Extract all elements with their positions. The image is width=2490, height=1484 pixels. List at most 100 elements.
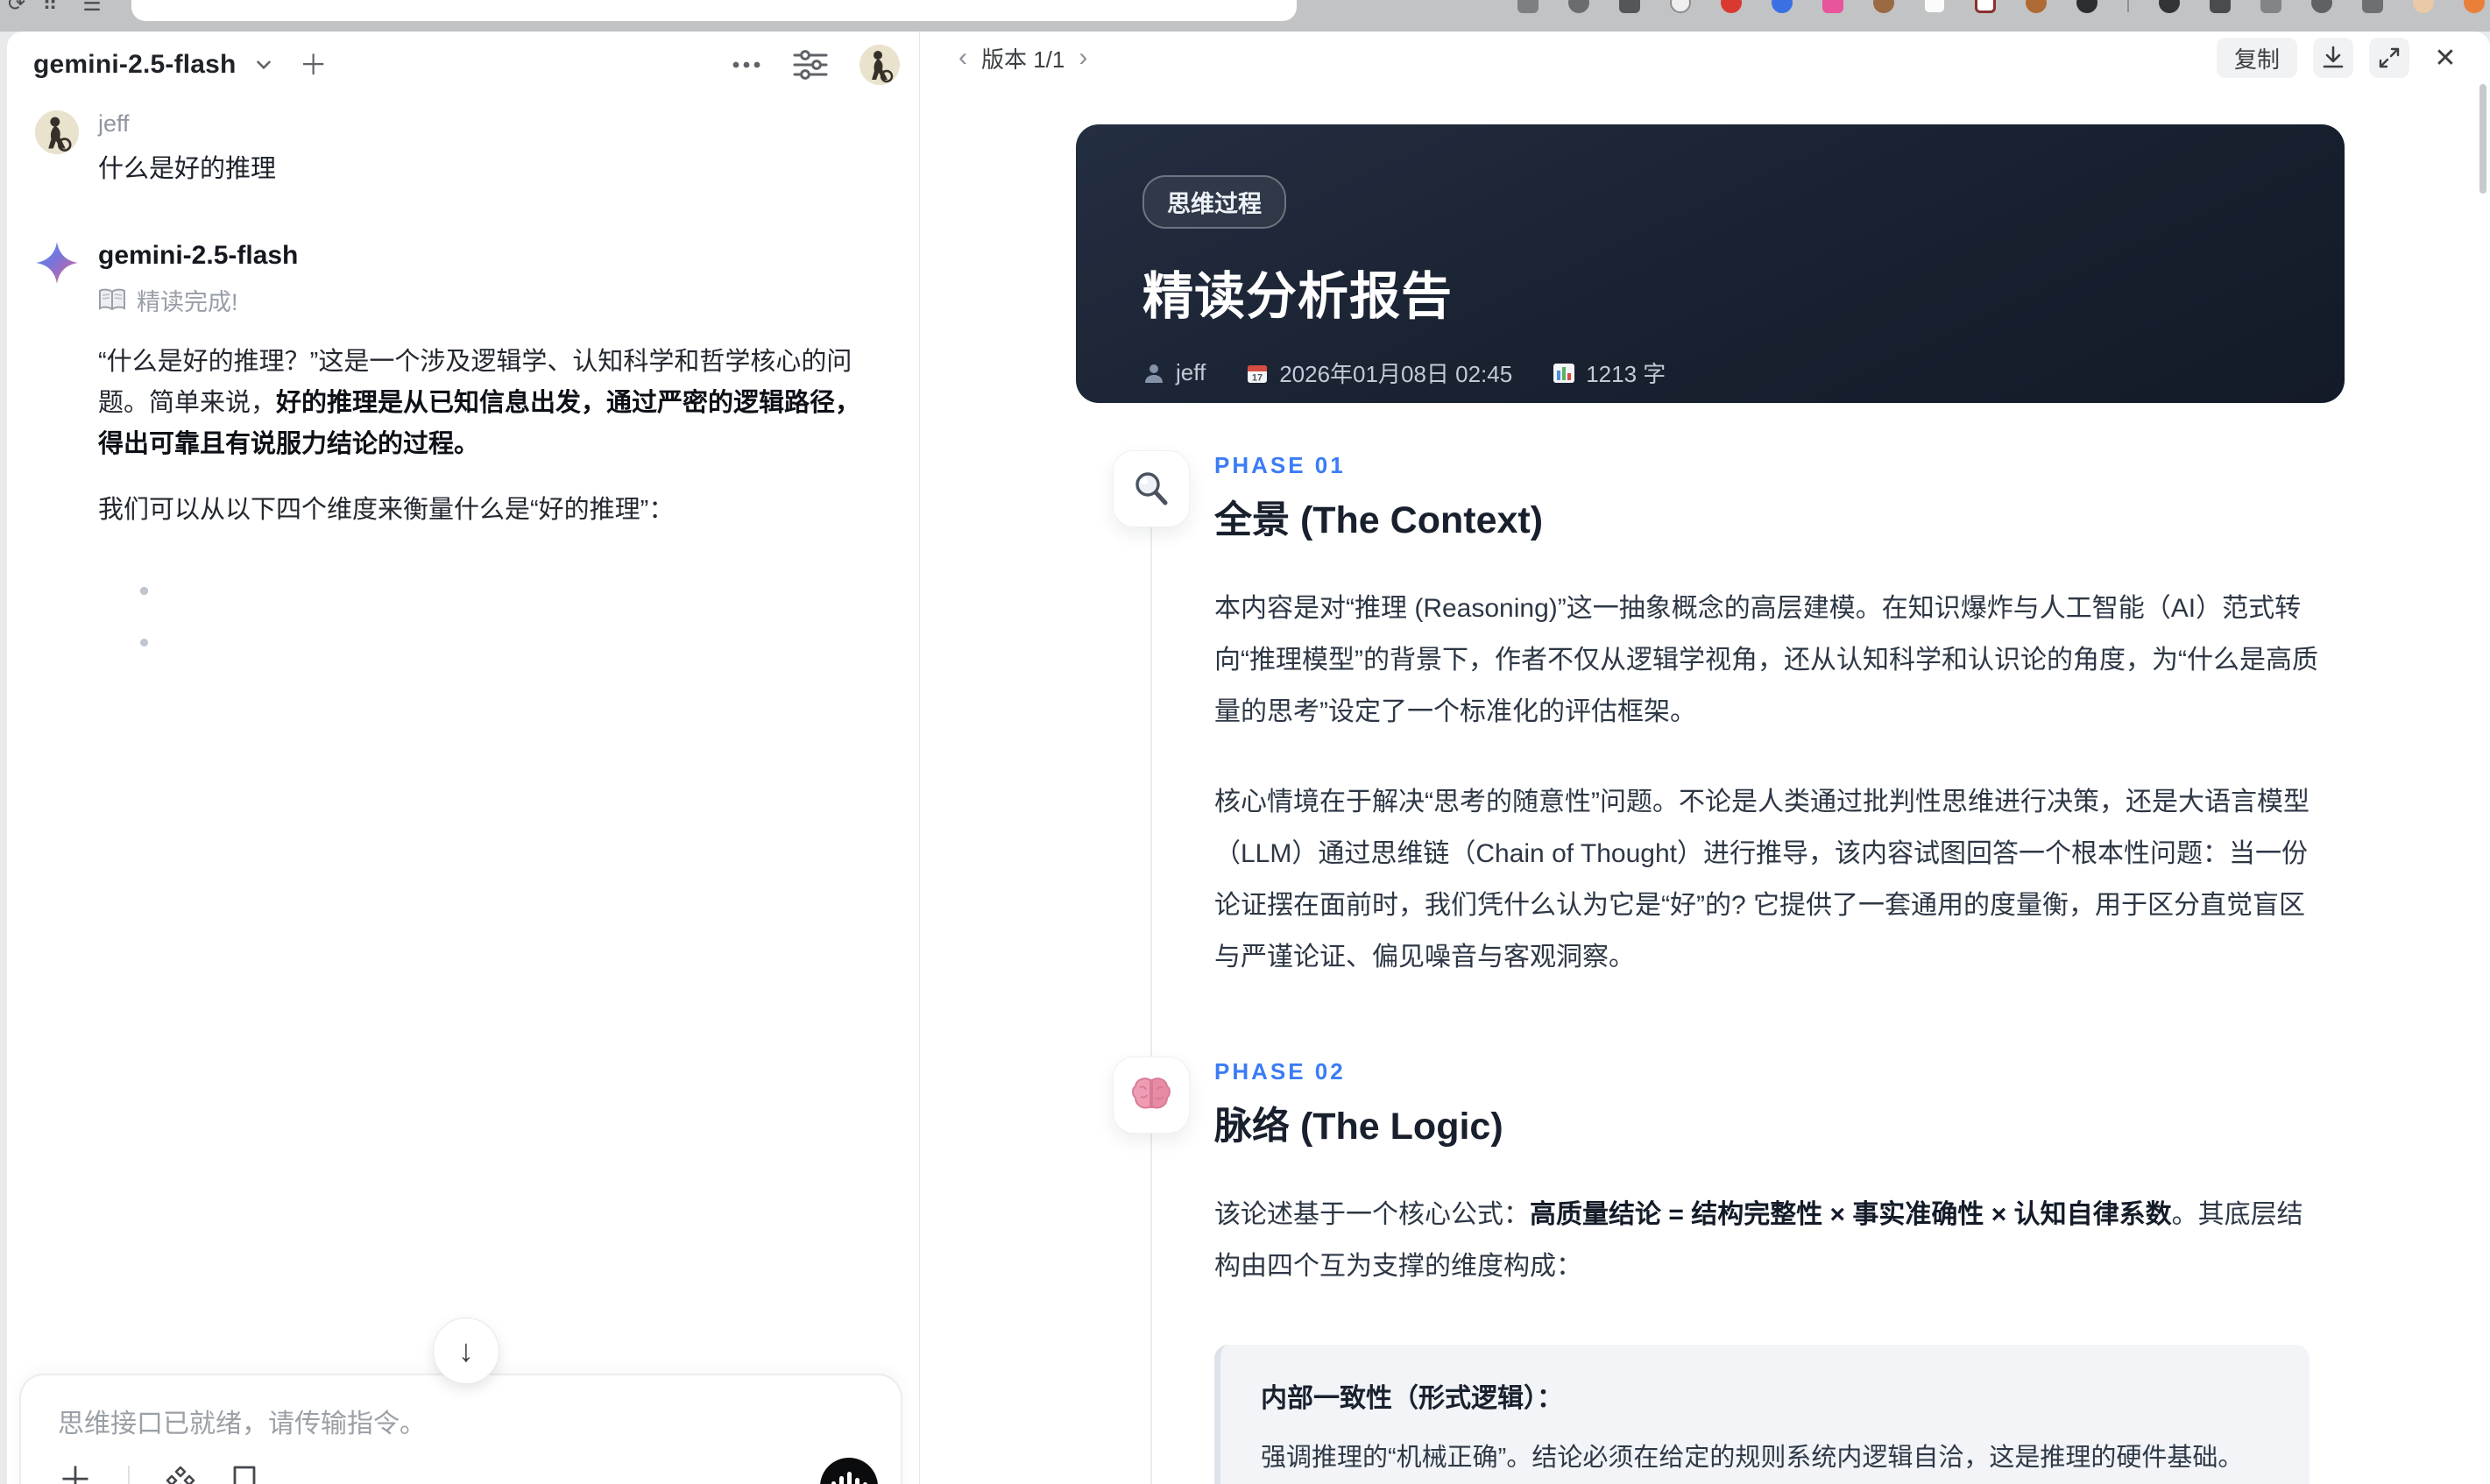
calendar-icon: 17 17	[1248, 364, 1268, 383]
tune-settings-icon[interactable]	[793, 50, 828, 80]
gemini-star-icon	[35, 241, 79, 285]
phase-1-title: 全景 (The Context)	[1214, 499, 1544, 541]
scroll-to-bottom-button[interactable]: ↓	[433, 1318, 499, 1384]
menubar-icon-blue-app[interactable]	[1772, 0, 1793, 13]
menubar-icon-pink-app[interactable]	[1822, 0, 1843, 13]
fullscreen-button[interactable]	[2369, 38, 2409, 78]
phase-1-paragraph-2: 核心情境在于解决“思考的随意性”问题。不论是人类通过批判性思维进行决策，还是大语…	[1214, 788, 2310, 972]
report-hero-card: 思维过程 精读分析报告 jeff 17 17 2026年01月08日 02:45…	[1076, 124, 2345, 403]
browser-chrome-bar: ⟳ ⠿ ☰	[0, 0, 2490, 32]
download-button[interactable]	[2313, 38, 2353, 78]
address-bar[interactable]	[131, 0, 1297, 21]
menubar-avatar[interactable]	[2413, 0, 2434, 13]
menubar-icon-white-app[interactable]	[1924, 0, 1945, 13]
logic-card-text: 强调推理的“机械正确”。结论必须在给定的规则系统内逻辑自洽，这是推理的硬件基础。	[1261, 1444, 2244, 1472]
waveform-bar	[846, 1472, 852, 1484]
assistant-status: 精读完成!	[98, 283, 876, 317]
menubar-divider	[2127, 0, 2129, 12]
report-author: jeff	[1142, 359, 1206, 386]
phase-2-kicker: PHASE 02	[1214, 1058, 1346, 1085]
phase-1-paragraph-1: 本内容是对“推理 (Reasoning)”这一抽象概念的高层建模。在知识爆炸与人…	[1214, 594, 2318, 726]
menubar-icon-darkred-app[interactable]	[1975, 0, 1996, 13]
bar-chart-icon	[1553, 363, 1575, 383]
menubar-icon-orange-app[interactable]	[2026, 0, 2047, 13]
phase-1-section: PHASE 01 全景 (The Context) 本内容是对“推理 (Reas…	[1076, 450, 2373, 983]
next-version-button[interactable]: ›	[1079, 45, 1087, 71]
report-badge: 思维过程	[1142, 175, 1286, 229]
brain-icon	[1132, 1078, 1171, 1109]
menubar-icon-doc[interactable]	[1517, 0, 1539, 13]
message-composer[interactable]: 思维接口已就绪，请传输指令。 ＋	[19, 1374, 902, 1484]
phase-1-node	[1113, 450, 1190, 527]
chat-header: gemini-2.5-flash ＋	[7, 32, 919, 98]
user-name: jeff	[98, 110, 130, 137]
phase-1-kicker: PHASE 01	[1214, 452, 1346, 478]
user-message-text: 什么是好的推理	[98, 155, 277, 183]
commands-diamond-icon[interactable]	[165, 1465, 196, 1484]
chat-panel: gemini-2.5-flash ＋ jeff 什么是好的推理 gemini-2…	[7, 32, 919, 1484]
menubar-icon-box[interactable]	[2260, 0, 2281, 13]
new-chat-button[interactable]: ＋	[300, 51, 328, 79]
close-preview-button[interactable]: ✕	[2425, 38, 2465, 78]
core-formula: 高质量结论 = 结构完整性 × 事实准确性 × 认知自律系数	[1530, 1200, 2172, 1229]
composer-divider	[128, 1466, 130, 1484]
assistant-followup-line: 我们可以从以下四个维度来衡量什么是“好的推理”：	[98, 496, 675, 524]
browser-reload-icon[interactable]: ⟳	[5, 0, 28, 16]
assistant-intro-paragraph: “什么是好的推理？”这是一个涉及逻辑学、认知科学和哲学核心的问题。简单来说，好的…	[98, 342, 876, 465]
assistant-message: gemini-2.5-flash 精读完成! “什么是好的推理？”这是一个涉及逻…	[35, 241, 894, 647]
magnifier-icon	[1135, 472, 1168, 505]
waveform-bar	[854, 1478, 859, 1484]
menubar-icon-flag[interactable]	[2210, 0, 2231, 13]
waveform-bar	[838, 1476, 844, 1484]
attach-plus-button[interactable]: ＋	[58, 1463, 93, 1484]
menubar-icon-sync[interactable]	[2311, 0, 2332, 13]
person-icon	[1145, 364, 1163, 383]
logic-card-1: 内部一致性（形式逻辑）： 强调推理的“机械正确”。结论必须在给定的规则系统内逻辑…	[1214, 1345, 2310, 1484]
menubar-icon-red-app[interactable]	[1721, 0, 1742, 13]
browser-menu-icon[interactable]: ☰	[81, 0, 103, 16]
phase-2-formula-paragraph: 该论述基于一个核心公式：高质量结论 = 结构完整性 × 事实准确性 × 认知自律…	[1214, 1200, 2303, 1281]
menubar-icon-audio[interactable]	[1568, 0, 1589, 13]
user-avatar	[35, 110, 79, 154]
menubar-icon-brown-app[interactable]	[1873, 0, 1894, 13]
voice-input-button[interactable]	[820, 1458, 878, 1484]
assistant-name: gemini-2.5-flash	[98, 241, 299, 270]
report-phases: PHASE 01 全景 (The Context) 本内容是对“推理 (Reas…	[1076, 450, 2373, 1484]
menubar-icon-pin[interactable]	[2076, 0, 2097, 13]
assistant-status-text: 精读完成!	[137, 289, 238, 315]
phase-2-title: 脉络 (The Logic)	[1214, 1106, 1503, 1148]
menubar-icon-badge[interactable]	[1670, 0, 1691, 13]
model-title[interactable]: gemini-2.5-flash	[33, 50, 237, 80]
section-lead-4	[98, 571, 876, 611]
report-document[interactable]: 思维过程 精读分析报告 jeff 17 17 2026年01月08日 02:45…	[920, 84, 2490, 1484]
report-word-count: 1213 字	[1553, 357, 1666, 389]
copy-button[interactable]: 复制	[2216, 38, 2297, 78]
arrow-down-icon: ↓	[458, 1332, 474, 1368]
report-meta: jeff 17 17 2026年01月08日 02:45 1213 字	[1142, 357, 2278, 389]
composer-placeholder: 思维接口已就绪，请传输指令。	[58, 1410, 426, 1438]
report-title: 精读分析报告	[1142, 268, 1454, 325]
chevron-down-icon[interactable]	[252, 53, 275, 76]
svg-text:17: 17	[1252, 372, 1263, 383]
chat-message-list[interactable]: jeff 什么是好的推理 gemini-2.5-flash 精读完成! “什么是…	[35, 107, 894, 1484]
report-datetime: 17 17 2026年01月08日 02:45	[1246, 357, 1512, 389]
app-window: gemini-2.5-flash ＋ jeff 什么是好的推理 gemini-2…	[7, 32, 2490, 1484]
user-message: jeff 什么是好的推理	[35, 110, 894, 185]
bookmark-icon[interactable]	[231, 1465, 258, 1484]
menubar-icon-orange-edge[interactable]	[2464, 0, 2485, 13]
browser-apps-grid-icon[interactable]: ⠿	[39, 0, 61, 16]
prev-version-button[interactable]: ‹	[959, 45, 967, 71]
user-avatar[interactable]	[859, 45, 900, 85]
phase-2-node	[1113, 1056, 1190, 1134]
menubar-icon-grid[interactable]	[2362, 0, 2383, 13]
version-navigator: ‹ 版本 1/1 ›	[959, 42, 1087, 74]
menubar-icon-pin-2[interactable]	[2159, 0, 2180, 13]
logic-dimension-cards: 内部一致性（形式逻辑）： 强调推理的“机械正确”。结论必须在给定的规则系统内逻辑…	[1214, 1345, 2310, 1484]
phase-2-section: PHASE 02 脉络 (The Logic) 该论述基于一个核心公式：高质量结…	[1076, 1056, 2373, 1484]
menubar-icon-key[interactable]	[1619, 0, 1640, 13]
more-options-icon[interactable]	[732, 60, 761, 70]
version-label: 版本 1/1	[981, 46, 1065, 73]
expand-icon	[2379, 47, 2400, 68]
menubar-status-icons	[1517, 0, 2485, 13]
logic-card-title: 内部一致性（形式逻辑）：	[1261, 1384, 1563, 1413]
